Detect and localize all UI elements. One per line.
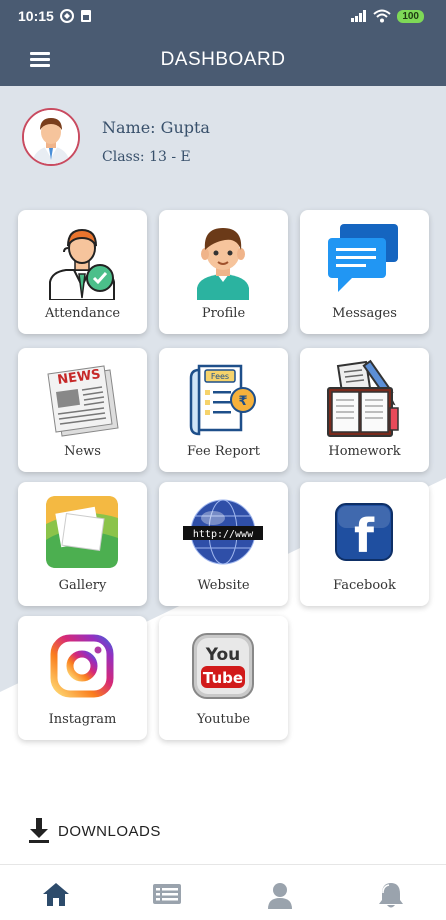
battery-indicator: 100 (397, 9, 424, 23)
tile-label: Homework (328, 444, 401, 459)
fee-icon-currency: ₹ (238, 394, 247, 409)
tile-messages[interactable]: Messages (300, 210, 429, 334)
website-icon: http://www (183, 499, 263, 565)
downloads-label: DOWNLOADS (58, 823, 161, 840)
tile-label: Facebook (333, 578, 396, 593)
tile-attendance[interactable]: Attendance (18, 210, 147, 334)
tile-label: Attendance (44, 306, 121, 321)
signal-icon (351, 10, 367, 22)
app-bar: DASHBOARD (0, 34, 446, 86)
instagram-icon (50, 634, 114, 698)
status-bar: 10:15 100 (0, 0, 446, 34)
bottom-navigation (0, 864, 446, 920)
page-title: DASHBOARD (160, 49, 286, 70)
tile-label: News (64, 444, 101, 459)
homework-icon (327, 359, 399, 437)
youtube-icon-bottom: Tube (203, 669, 243, 687)
tile-homework[interactable]: Homework (300, 348, 429, 472)
website-icon-text: http://www (193, 529, 254, 540)
dashboard-background (0, 86, 446, 864)
student-avatar-icon (24, 110, 78, 164)
nav-list[interactable] (152, 881, 182, 909)
tile-profile[interactable]: Profile (159, 210, 288, 334)
profile-icon (197, 228, 249, 300)
nav-user[interactable] (266, 881, 296, 909)
status-notification-icons (60, 9, 93, 23)
fee-icon-tag: Fees (211, 372, 229, 381)
bell-icon (379, 883, 403, 908)
tile-label: Fee Report (187, 444, 260, 459)
student-name: Name: Gupta (102, 118, 210, 137)
youtube-icon-top: You (205, 645, 241, 665)
facebook-icon-letter: f (354, 509, 375, 563)
youtube-icon: You Tube (192, 633, 254, 699)
tile-instagram[interactable]: Instagram (18, 616, 147, 740)
tile-facebook[interactable]: f Facebook (300, 482, 429, 606)
nav-home[interactable] (42, 881, 72, 909)
sim-icon (81, 10, 91, 22)
tile-news[interactable]: NEWS News (18, 348, 147, 472)
home-icon (43, 883, 69, 906)
attendance-icon (49, 228, 115, 300)
tile-label: Instagram (48, 712, 117, 727)
tile-website[interactable]: http://www Website (159, 482, 288, 606)
gallery-icon (46, 496, 118, 568)
tile-youtube[interactable]: You Tube Youtube (159, 616, 288, 740)
facebook-icon: f (335, 503, 393, 563)
nav-notifications[interactable] (378, 881, 408, 909)
tile-gallery[interactable]: Gallery (18, 482, 147, 606)
status-time: 10:15 (18, 8, 54, 24)
tile-label: Gallery (58, 578, 107, 593)
vpn-icon (60, 9, 74, 23)
tile-fee-report[interactable]: Fees ₹ Fee Report (159, 348, 288, 472)
tile-label: Website (197, 578, 250, 593)
tile-label: Youtube (196, 712, 251, 727)
tile-label: Messages (332, 306, 397, 321)
user-icon (268, 883, 292, 909)
download-icon (29, 818, 49, 843)
status-system-icons: 100 (351, 9, 424, 23)
wifi-icon (373, 9, 391, 23)
tile-label: Profile (201, 306, 246, 321)
avatar[interactable] (22, 108, 80, 166)
student-class: Class: 13 - E (102, 149, 191, 165)
messages-icon (328, 224, 398, 292)
list-icon (153, 884, 181, 904)
fee-report-icon: Fees ₹ (189, 364, 256, 436)
news-icon: NEWS (47, 365, 119, 437)
